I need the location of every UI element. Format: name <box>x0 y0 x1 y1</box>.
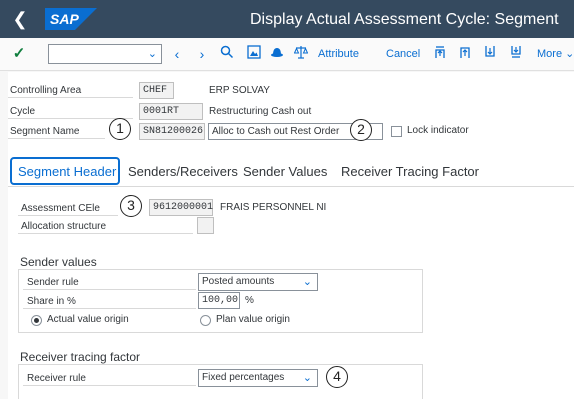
title-bar: ❮ SAP Display Actual Assessment Cycle: S… <box>0 0 574 38</box>
annotation-marker-4: 4 <box>326 366 348 388</box>
tab-senders-receivers[interactable]: Senders/Receivers <box>128 163 238 180</box>
lock-indicator-label: Lock indicator <box>407 125 469 136</box>
sender-rule-label: Sender rule <box>27 277 79 288</box>
tab-receiver-tracing-factor[interactable]: Receiver Tracing Factor <box>341 163 479 180</box>
allocation-structure-label: Allocation structure <box>21 221 107 232</box>
share-unit: % <box>245 295 254 306</box>
plan-value-origin-radio[interactable] <box>200 315 211 326</box>
receiver-tracing-group: Receiver rule Fixed percentages ⌄ 4 <box>18 364 423 399</box>
page-title: Display Actual Assessment Cycle: Segment <box>250 11 559 28</box>
segment-name-field[interactable]: SN81200026 <box>139 123 205 140</box>
hat-icon[interactable] <box>268 45 286 63</box>
sender-values-group: Sender rule Posted amounts ⌄ Share in % … <box>18 269 423 333</box>
first-page-icon[interactable] <box>431 45 449 63</box>
cycle-field[interactable]: 0001RT <box>139 103 203 120</box>
assessment-cele-label: Assessment CEle <box>21 203 100 214</box>
allocation-structure-field[interactable] <box>197 217 214 234</box>
actual-value-origin-radio[interactable] <box>31 315 42 326</box>
tab-sender-values[interactable]: Sender Values <box>243 163 327 180</box>
next-page-icon[interactable] <box>481 45 499 63</box>
annotation-marker-2: 2 <box>350 119 372 141</box>
more-label: More <box>537 48 563 60</box>
sap-logo-text: SAP <box>50 11 79 27</box>
search-icon[interactable] <box>218 45 236 63</box>
cancel-button[interactable]: Cancel <box>386 46 420 62</box>
lock-indicator-checkbox[interactable] <box>391 126 402 137</box>
enter-check-icon[interactable]: ✓ <box>10 45 28 63</box>
toolbar: ✓ ⌄ ‹ › Attribute Cancel More ⌄ <box>0 38 574 71</box>
assessment-cele-desc: FRAIS PERSONNEL NI <box>220 202 327 213</box>
controlling-area-label: Controlling Area <box>10 85 82 96</box>
share-label: Share in % <box>27 296 76 307</box>
main-content: Controlling Area CHEF ERP SOLVAY Cycle 0… <box>8 72 574 399</box>
back-button[interactable]: ❮ <box>10 8 30 30</box>
annotation-marker-1: 1 <box>109 118 131 140</box>
plan-value-origin-label: Plan value origin <box>216 314 290 325</box>
actual-value-origin-label: Actual value origin <box>47 314 129 325</box>
chevron-left-icon[interactable]: ‹ <box>168 45 186 63</box>
chevron-down-icon: ⌄ <box>302 372 312 384</box>
previous-page-icon[interactable] <box>456 45 474 63</box>
last-page-icon[interactable] <box>507 45 525 63</box>
controlling-area-field[interactable]: CHEF <box>139 82 174 99</box>
receiver-tracing-title: Receiver tracing factor <box>20 350 141 364</box>
cycle-desc: Restructuring Cash out <box>209 106 312 117</box>
attribute-button[interactable]: Attribute <box>318 46 359 62</box>
annotation-marker-3: 3 <box>120 195 142 217</box>
balance-scale-icon[interactable] <box>292 45 310 63</box>
sap-logo: SAP <box>45 8 97 30</box>
chevron-down-icon: ⌄ <box>302 276 312 288</box>
tab-segment-header[interactable]: Segment Header <box>10 157 120 185</box>
chevron-down-icon: ⌄ <box>565 48 574 60</box>
cycle-label: Cycle <box>10 106 36 117</box>
assessment-cele-field[interactable]: 9612000001 <box>149 199 213 216</box>
sender-rule-select[interactable]: Posted amounts ⌄ <box>198 273 318 291</box>
chevron-down-icon[interactable]: ⌄ <box>148 46 157 62</box>
segment-name-label: Segment Name <box>10 126 80 137</box>
receiver-rule-select[interactable]: Fixed percentages ⌄ <box>198 369 318 387</box>
chevron-right-icon[interactable]: › <box>193 45 211 63</box>
tab-strip: Segment Header Senders/Receivers Sender … <box>8 155 574 187</box>
sender-values-title: Sender values <box>20 255 97 269</box>
sender-rule-value: Posted amounts <box>202 276 275 287</box>
command-field[interactable]: ⌄ <box>48 44 162 64</box>
controlling-area-desc: ERP SOLVAY <box>209 85 270 96</box>
more-button[interactable]: More ⌄ <box>537 46 574 62</box>
receiver-rule-value: Fixed percentages <box>202 372 285 383</box>
image-icon[interactable] <box>245 45 263 63</box>
receiver-rule-label: Receiver rule <box>27 373 86 384</box>
share-field[interactable]: 100,00 <box>198 292 240 309</box>
